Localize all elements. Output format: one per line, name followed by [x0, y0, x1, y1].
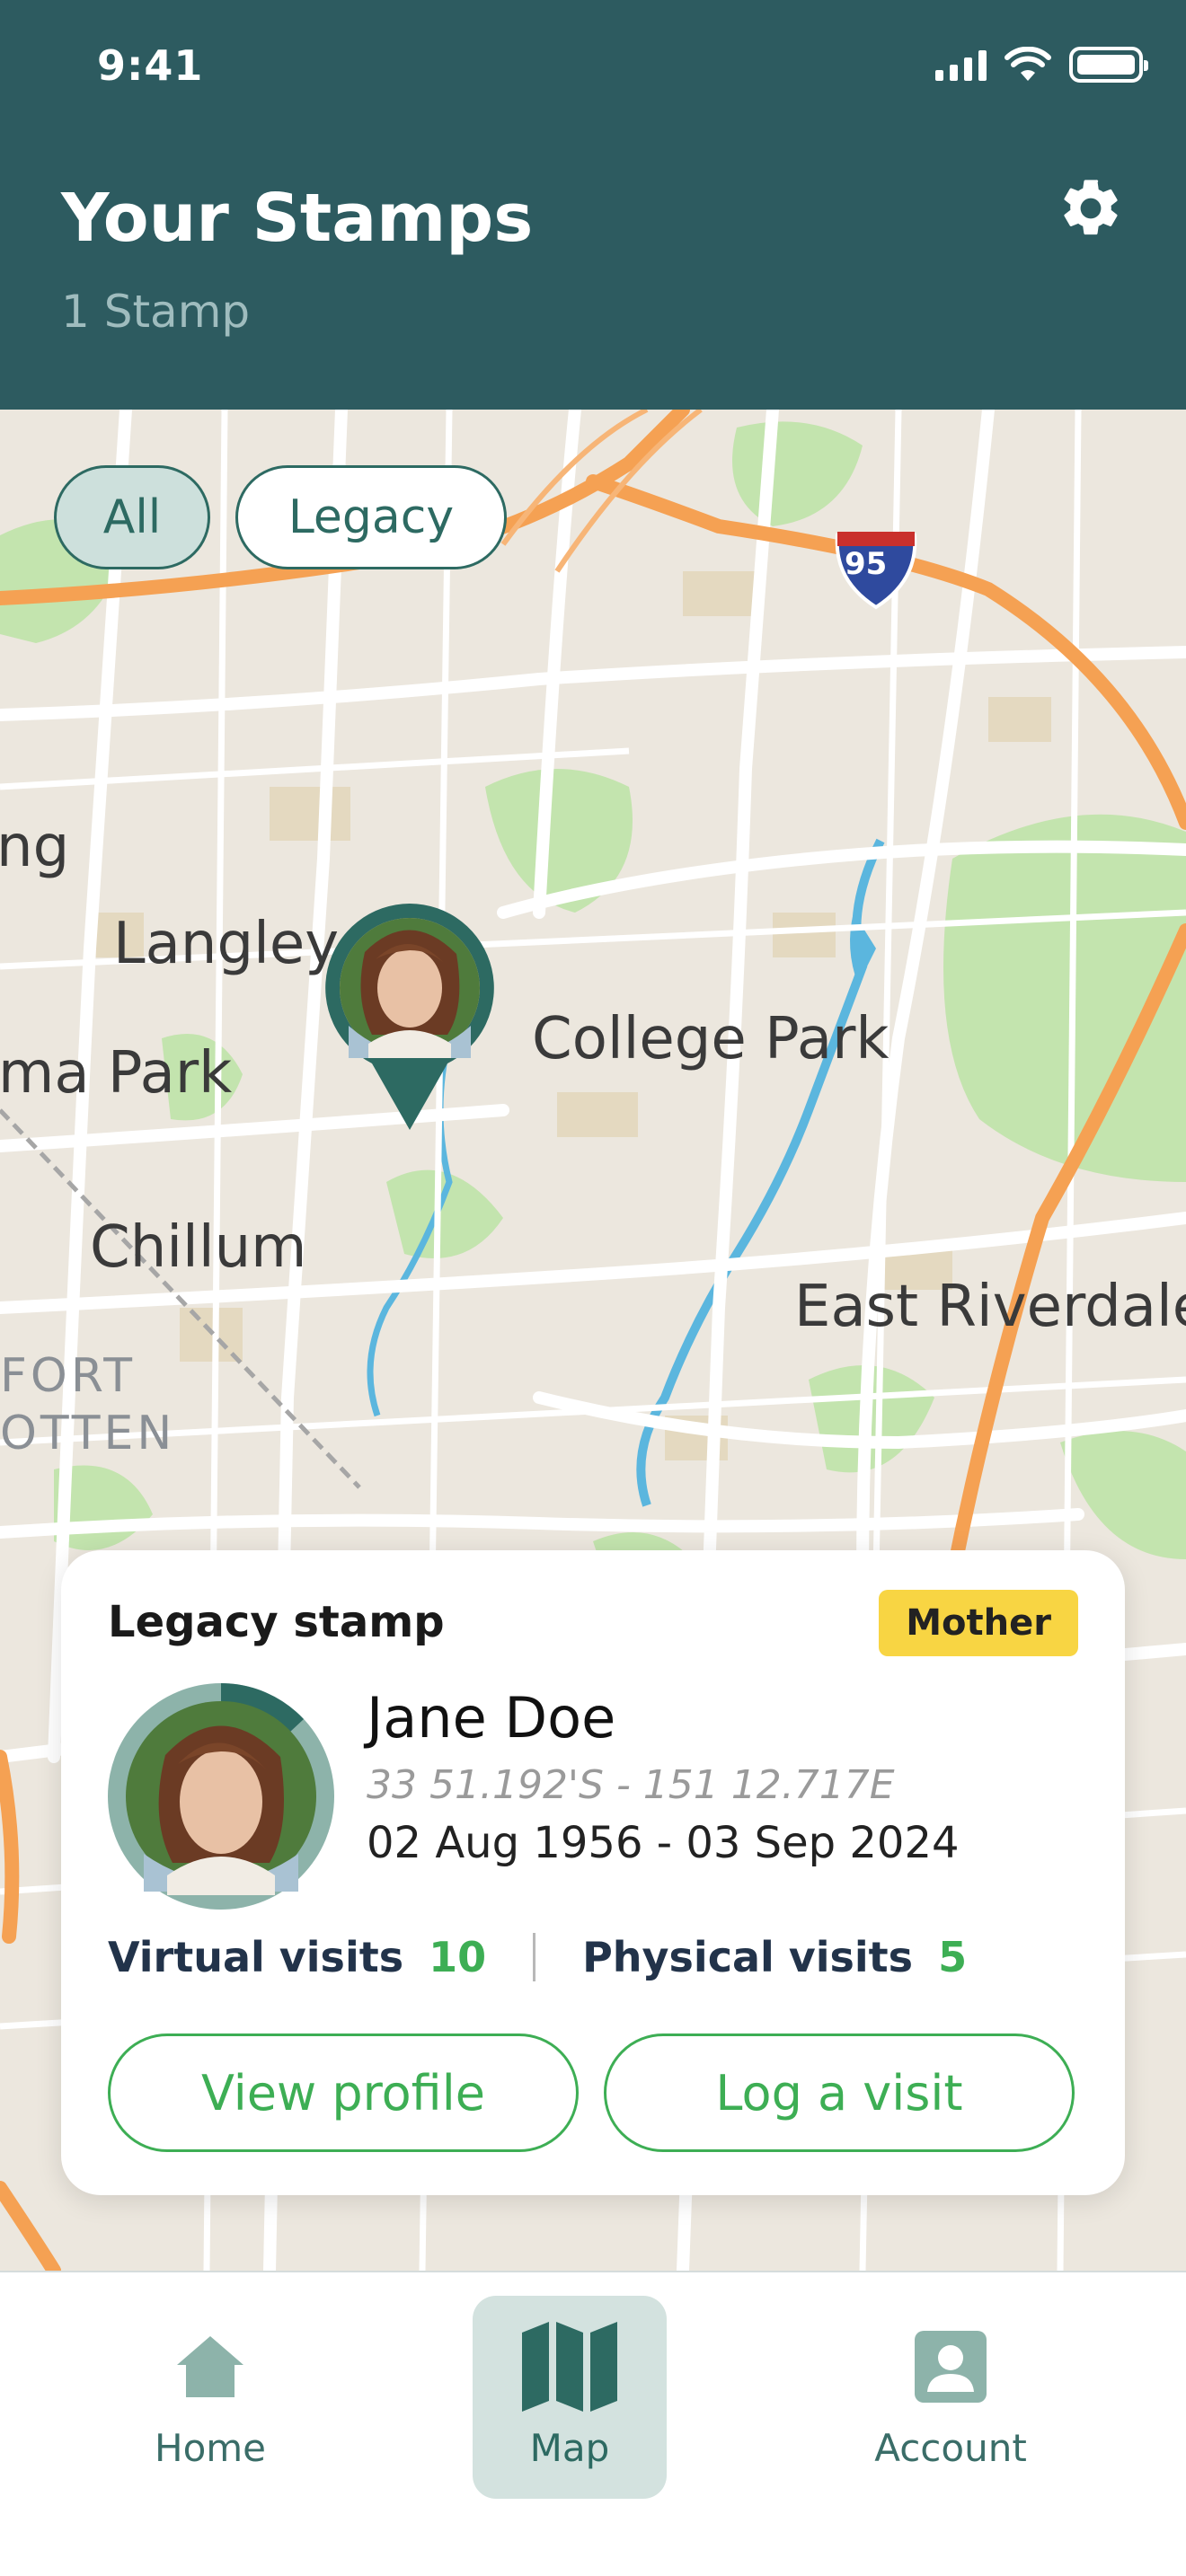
map-label-fort: FORT	[0, 1349, 136, 1403]
visit-stats: Virtual visits 10 Physical visits 5	[108, 1933, 967, 1981]
map-label-langley: Langley	[113, 911, 340, 977]
filter-chip-all[interactable]: All	[54, 465, 210, 569]
status-time: 9:41	[97, 41, 204, 90]
stamp-dates: 02 Aug 1956 - 03 Sep 2024	[367, 1818, 960, 1868]
page-title: Your Stamps	[61, 180, 534, 257]
interstate-label: 95	[845, 546, 888, 582]
stamp-type-label: Legacy stamp	[108, 1597, 445, 1647]
nav-label-account: Account	[874, 2425, 1027, 2470]
virtual-visits-label: Virtual visits	[108, 1933, 404, 1981]
nav-item-account[interactable]: Account	[850, 2296, 1051, 2499]
nav-item-home[interactable]: Home	[111, 2296, 309, 2499]
stamp-coordinates: 33 51.192'S - 151 12.717E	[367, 1762, 895, 1808]
avatar[interactable]	[108, 1683, 334, 1910]
nav-item-map[interactable]: Map	[473, 2296, 667, 2499]
stamp-card: Legacy stamp Mother Jane Doe 33 51.192'S…	[61, 1550, 1125, 2195]
account-icon	[915, 2330, 987, 2403]
stamp-map-pin[interactable]	[322, 900, 498, 1130]
bottom-nav: Home Map Account	[0, 2271, 1186, 2576]
nav-label-map: Map	[529, 2425, 610, 2470]
map-label-ma-park: ma Park	[0, 1040, 233, 1107]
signal-icon	[935, 49, 987, 81]
map-label-ng: ng	[0, 814, 70, 880]
map-label-east-riverdale: East Riverdale	[794, 1274, 1186, 1340]
home-icon	[177, 2335, 243, 2397]
map-label-chillum: Chillum	[90, 1214, 307, 1281]
gear-icon[interactable]	[1057, 174, 1125, 243]
wifi-icon	[1005, 47, 1051, 81]
view-profile-button[interactable]: View profile	[108, 2033, 579, 2152]
app-header: 9:41 Your Stamps 1 Stamp	[0, 0, 1186, 410]
status-icons	[935, 47, 1148, 83]
map-label-college-park: College Park	[532, 1006, 890, 1072]
stamp-count: 1 Stamp	[61, 286, 251, 338]
nav-label-home: Home	[154, 2425, 267, 2470]
map-icon	[522, 2321, 617, 2412]
relation-badge: Mother	[879, 1590, 1078, 1656]
virtual-visits-count: 10	[429, 1933, 487, 1981]
stamp-name: Jane Doe	[367, 1685, 616, 1751]
log-visit-button[interactable]: Log a visit	[604, 2033, 1075, 2152]
physical-visits-count: 5	[938, 1933, 968, 1981]
map-label-otten: OTTEN	[0, 1407, 176, 1460]
visits-divider	[533, 1933, 536, 1981]
battery-icon	[1069, 47, 1148, 83]
physical-visits-label: Physical visits	[582, 1933, 914, 1981]
filter-chip-legacy[interactable]: Legacy	[235, 465, 507, 569]
portrait-image	[340, 918, 480, 1058]
